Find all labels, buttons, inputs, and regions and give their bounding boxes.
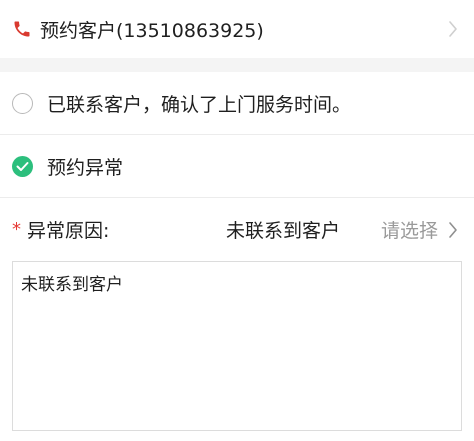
contact-label: 预约客户(13510863925)	[40, 19, 264, 42]
phone-icon	[12, 18, 34, 40]
reason-label: 异常原因:	[27, 220, 110, 242]
required-mark: *	[12, 219, 21, 240]
contact-row[interactable]: 预约客户(13510863925)	[0, 0, 474, 58]
chevron-right-icon	[446, 18, 460, 40]
reason-placeholder[interactable]: 请选择	[381, 216, 438, 243]
reason-select-row[interactable]: * 异常原因: 未联系到客户 请选择	[0, 198, 474, 261]
option-exception-row[interactable]: 预约异常	[0, 135, 474, 198]
option-exception-label: 预约异常	[47, 156, 124, 179]
radio-unchecked-icon[interactable]	[12, 92, 33, 114]
radio-checked-icon[interactable]	[12, 155, 33, 177]
chevron-right-icon[interactable]	[446, 219, 460, 241]
option-confirmed-row[interactable]: 已联系客户，确认了上门服务时间。	[0, 72, 474, 135]
reason-value: 未联系到客户	[225, 220, 340, 242]
option-confirmed-label: 已联系客户，确认了上门服务时间。	[47, 93, 352, 116]
section-divider	[0, 58, 474, 72]
note-text: 未联系到客户	[21, 275, 123, 295]
note-textarea[interactable]: 未联系到客户	[12, 261, 462, 431]
appointment-form: 预约客户(13510863925) 已联系客户，确认了上门服务时间。 预约异常 …	[0, 0, 474, 441]
